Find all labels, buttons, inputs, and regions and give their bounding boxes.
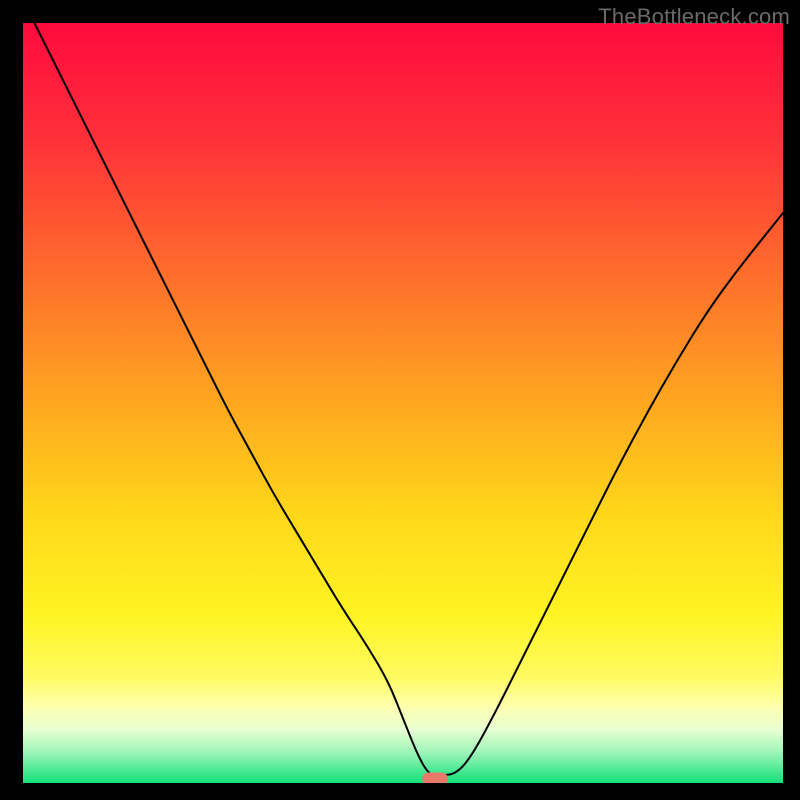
chart-frame: TheBottleneck.com: [0, 0, 800, 800]
optimum-marker: [422, 773, 448, 783]
watermark-text: TheBottleneck.com: [598, 4, 790, 30]
plot-area: [23, 23, 783, 783]
bottleneck-curve: [23, 23, 783, 775]
curve-layer: [23, 23, 783, 783]
